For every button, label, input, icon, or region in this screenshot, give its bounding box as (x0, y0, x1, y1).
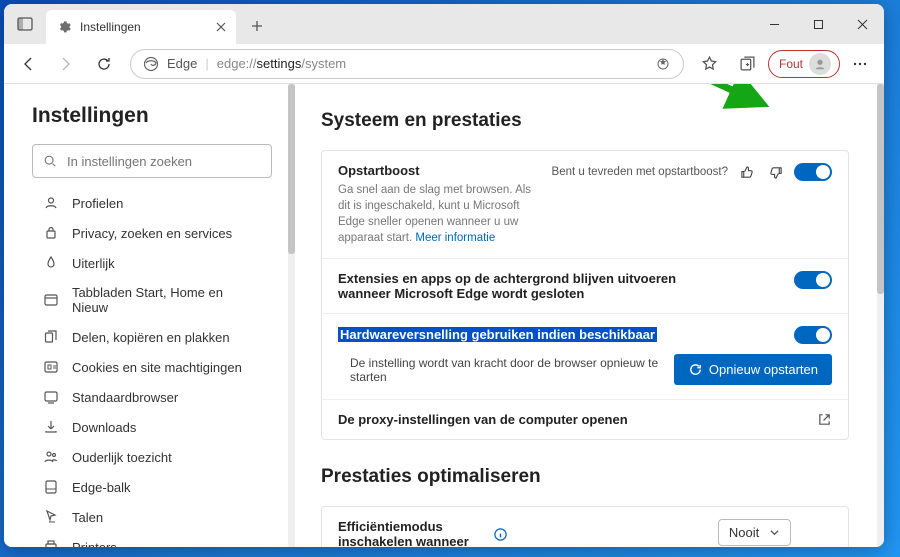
setting-startup-boost-title: Opstartboost (338, 163, 540, 178)
sidebar-item-delen-kopi-ren-en-plakken[interactable]: Delen, kopiëren en plakken (32, 322, 272, 352)
sidebar-item-label: Profielen (72, 196, 123, 211)
sidebar-item-label: Delen, kopiëren en plakken (72, 330, 230, 345)
collections-button[interactable] (730, 47, 766, 81)
sidebar-icon (42, 419, 60, 435)
tab-title: Instellingen (80, 20, 141, 34)
background-apps-toggle[interactable] (794, 271, 832, 289)
thumbs-up-icon[interactable] (738, 163, 756, 181)
back-button[interactable] (10, 47, 46, 81)
address-bar[interactable]: Edge | edge:// settings /system (130, 49, 684, 79)
refresh-button[interactable] (86, 47, 122, 81)
settings-heading: Instellingen (32, 104, 272, 128)
sidebar-icon (42, 359, 60, 375)
sidebar-icon (42, 479, 60, 495)
sidebar-item-label: Edge-balk (72, 480, 131, 495)
tab-actions-button[interactable] (4, 4, 46, 44)
sidebar-item-label: Talen (72, 510, 103, 525)
sidebar-icon (42, 195, 60, 211)
browser-tab[interactable]: Instellingen (46, 10, 236, 44)
sidebar-item-label: Downloads (72, 420, 136, 435)
sidebar-item-privacy-zoeken-en-services[interactable]: Privacy, zoeken en services (32, 218, 272, 248)
sidebar-item-label: Privacy, zoeken en services (72, 226, 232, 241)
rewards-icon[interactable] (655, 56, 671, 72)
restart-icon (688, 362, 703, 377)
sidebar-icon (42, 509, 60, 525)
sidebar-scrollbar[interactable] (288, 84, 295, 547)
profile-status-label: Fout (779, 57, 803, 71)
url-path-rest: /system (301, 56, 346, 71)
sidebar-item-downloads[interactable]: Downloads (32, 412, 272, 442)
sidebar-item-cookies-en-site-machtigingen[interactable]: Cookies en site machtigingen (32, 352, 272, 382)
learn-more-link[interactable]: Meer informatie (415, 232, 495, 244)
maximize-button[interactable] (796, 4, 840, 44)
search-input[interactable] (67, 154, 261, 169)
sidebar-item-standaardbrowser[interactable]: Standaardbrowser (32, 382, 272, 412)
thumbs-down-icon[interactable] (766, 163, 784, 181)
sidebar-item-uiterlijk[interactable]: Uiterlijk (32, 248, 272, 278)
search-input-wrapper[interactable] (32, 144, 272, 178)
sidebar-item-edge-balk[interactable]: Edge-balk (32, 472, 272, 502)
sidebar-icon (42, 329, 60, 345)
sidebar-item-label: Ouderlijk toezicht (72, 450, 172, 465)
close-window-button[interactable] (840, 4, 884, 44)
gear-icon (56, 19, 72, 35)
external-link-icon[interactable] (817, 412, 832, 427)
setting-background-apps-title: Extensies en apps op de achtergrond blij… (338, 271, 728, 301)
hardware-accel-toggle[interactable] (794, 326, 832, 344)
sidebar-item-ouderlijk-toezicht[interactable]: Ouderlijk toezicht (32, 442, 272, 472)
sidebar-item-label: Printers (72, 540, 117, 548)
sidebar-item-label: Uiterlijk (72, 256, 115, 271)
url-path-bold: settings (257, 56, 302, 71)
sidebar-item-label: Cookies en site machtigingen (72, 360, 242, 375)
minimize-button[interactable] (752, 4, 796, 44)
efficiency-mode-select[interactable]: Nooit (718, 519, 791, 546)
setting-startup-boost-desc: Ga snel aan de slag met browsen. Als dit… (338, 182, 540, 246)
profile-chip[interactable]: Fout (768, 50, 840, 78)
sidebar-item-label: Tabbladen Start, Home en Nieuw (72, 285, 262, 315)
url-scheme: edge:// (217, 56, 257, 71)
sidebar-item-talen[interactable]: Talen (32, 502, 272, 532)
sidebar-icon (42, 449, 60, 465)
setting-hardware-accel-title: Hardwareversnelling gebruiken indien bes… (338, 327, 657, 342)
restart-browser-button[interactable]: Opnieuw opstarten (674, 354, 832, 385)
setting-proxy-title: De proxy-instellingen van de computer op… (338, 412, 805, 427)
sidebar-item-printers[interactable]: Printers (32, 532, 272, 547)
sidebar-icon (42, 292, 60, 308)
avatar-icon (809, 53, 831, 75)
address-prefix: Edge (167, 56, 197, 71)
startup-boost-toggle[interactable] (794, 163, 832, 181)
more-button[interactable] (842, 47, 878, 81)
info-icon[interactable] (493, 527, 508, 542)
startup-feedback-question: Bent u tevreden met opstartboost? (552, 166, 728, 178)
sidebar-icon (42, 539, 60, 547)
main-scrollbar[interactable] (877, 84, 884, 547)
sidebar-icon (42, 225, 60, 241)
close-tab-icon[interactable] (216, 22, 226, 32)
new-tab-button[interactable] (242, 11, 272, 41)
search-icon (43, 154, 57, 168)
favorites-button[interactable] (692, 47, 728, 81)
chevron-down-icon (769, 527, 780, 538)
section-title-performance: Prestaties optimaliseren (321, 466, 849, 488)
section-title-system: Systeem en prestaties (321, 110, 849, 132)
tabstrip-icon (17, 16, 33, 32)
edge-logo-icon (143, 56, 159, 72)
sidebar-item-profielen[interactable]: Profielen (32, 188, 272, 218)
sidebar-icon (42, 255, 60, 271)
sidebar-item-tabbladen-start-home-en-nieuw[interactable]: Tabbladen Start, Home en Nieuw (32, 278, 272, 322)
setting-efficiency-title: Efficiëntiemodus inschakelen wanneer (338, 519, 485, 547)
forward-button (48, 47, 84, 81)
sidebar-item-label: Standaardbrowser (72, 390, 178, 405)
sidebar-icon (42, 389, 60, 405)
restart-required-text: De instelling wordt van kracht door de b… (350, 356, 660, 384)
